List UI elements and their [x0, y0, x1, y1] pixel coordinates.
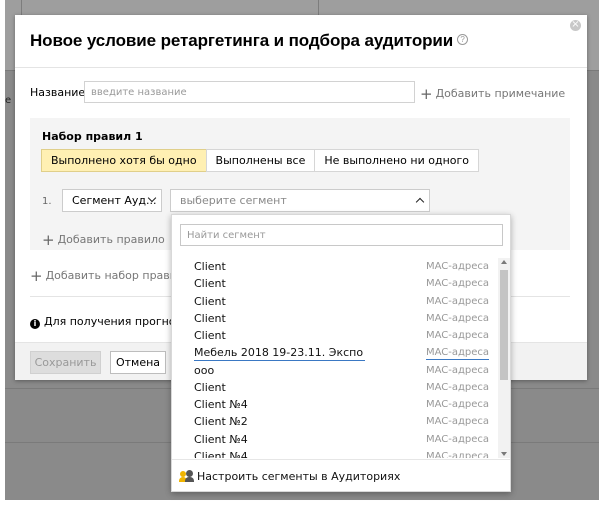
segment-option-name: Client №4 — [194, 398, 248, 411]
name-label: Название — [30, 86, 86, 99]
condition-switch: Выполнено хотя бы одно Выполнены все Не … — [41, 149, 480, 172]
condition-any-button[interactable]: Выполнено хотя бы одно — [41, 149, 207, 172]
name-input[interactable] — [84, 81, 415, 103]
segment-option-type: MAC-адреса — [426, 381, 490, 393]
rule-type-value: Сегмент Ауд... — [72, 194, 157, 207]
segment-option-name: Client №2 — [194, 415, 248, 429]
segment-option-type: MAC-адреса — [426, 312, 490, 324]
add-ruleset-link[interactable]: + Добавить набор правил — [30, 267, 184, 285]
chevron-up-icon — [415, 197, 425, 207]
segment-option[interactable]: Client MAC-адреса — [172, 327, 512, 344]
segment-option-type: MAC-адреса — [426, 416, 490, 428]
segment-option-type: MAC-адреса — [426, 450, 490, 458]
add-note-link[interactable]: + Добавить примечание — [420, 85, 565, 103]
rule-number: 1. — [42, 196, 52, 207]
dialog-title-text: Новое условие ретаргетинга и подбора ауд… — [30, 31, 454, 50]
segment-select[interactable]: выберите сегмент — [170, 189, 430, 212]
add-note-label: Добавить примечание — [435, 87, 566, 100]
configure-segments-label: Настроить сегменты в Аудиториях — [197, 470, 401, 483]
segment-option[interactable]: Client №2 MAC-адреса — [172, 413, 512, 430]
configure-segments-link[interactable]: Настроить сегменты в Аудиториях — [179, 470, 401, 483]
plus-icon: + — [30, 267, 43, 285]
segment-option[interactable]: Client MAC-адреса — [172, 293, 512, 310]
ruleset-title: Набор правил 1 — [42, 130, 143, 143]
scrollbar-thumb[interactable] — [500, 270, 508, 380]
dropdown-footer: Настроить сегменты в Аудиториях — [172, 459, 510, 491]
rule-type-select[interactable]: Сегмент Ауд... — [62, 189, 162, 212]
segment-option-name: Client №4 — [194, 432, 248, 446]
divider — [15, 67, 587, 68]
add-rule-link[interactable]: + Добавить правило — [42, 231, 165, 249]
segment-option[interactable]: Client MAC-адреса — [172, 258, 512, 275]
close-icon[interactable]: × — [570, 20, 581, 31]
segment-option-type: MAC-адреса — [426, 261, 490, 272]
segment-option-name: Client — [194, 277, 226, 291]
segment-option[interactable]: Мебель 2018 19-23.11. Экспо MAC-адреса — [172, 344, 512, 362]
segment-option-name: ооо — [194, 363, 215, 377]
condition-none-button[interactable]: Не выполнено ни одного — [314, 149, 480, 172]
condition-all-button[interactable]: Выполнены все — [205, 149, 316, 172]
segment-option-type: MAC-адреса — [426, 278, 490, 290]
segment-list: Client MAC-адреса Client MAC-адреса Client MA… — [172, 258, 512, 458]
segment-select-placeholder: выберите сегмент — [180, 194, 287, 207]
segment-option-name: Client — [194, 311, 226, 325]
audience-icon — [179, 470, 194, 482]
segment-dropdown: Client MAC-адреса Client MAC-адреса Client MA… — [171, 214, 511, 492]
segment-option-type: MAC-адреса — [426, 364, 490, 376]
add-rule-label: Добавить правило — [57, 233, 165, 246]
segment-option[interactable]: ооо MAC-адреса — [172, 362, 512, 379]
segment-option-name: Client №4 — [194, 449, 248, 458]
segment-option-name: Client — [194, 260, 226, 273]
segment-option[interactable]: Client MAC-адреса — [172, 379, 512, 396]
add-ruleset-label: Добавить набор правил — [45, 269, 184, 282]
scroll-down-icon[interactable] — [501, 452, 507, 456]
segment-option[interactable]: Client №4 MAC-адреса — [172, 448, 512, 458]
segment-option[interactable]: Client MAC-адреса — [172, 310, 512, 327]
segment-search-input[interactable] — [180, 224, 503, 246]
segment-option-type: MAC-адреса — [426, 399, 490, 410]
segment-option[interactable]: Client №4 MAC-адреса — [172, 431, 512, 448]
help-icon[interactable]: ? — [457, 34, 469, 45]
scrollbar[interactable] — [498, 258, 510, 458]
segment-option-name: Мебель 2018 19-23.11. Экспо — [194, 346, 366, 362]
segment-option-type: MAC-адреса — [426, 295, 490, 307]
plus-icon: + — [42, 231, 55, 249]
segment-option-name: Client — [194, 329, 226, 342]
background-text: е — [5, 95, 12, 106]
dialog-title: Новое условие ретаргетинга и подбора ауд… — [30, 31, 469, 51]
plus-icon: + — [420, 85, 433, 103]
segment-option-type: MAC-адреса — [426, 330, 490, 341]
scroll-up-icon[interactable] — [501, 260, 507, 264]
segment-option-type: MAC-адреса — [426, 433, 490, 445]
info-icon: i — [30, 319, 40, 329]
segment-option[interactable]: Client MAC-адреса — [172, 275, 512, 292]
segment-option[interactable]: Client №4 MAC-адреса — [172, 396, 512, 413]
segment-option-type: MAC-адреса — [426, 347, 490, 361]
cancel-button[interactable]: Отмена — [110, 351, 166, 374]
save-button[interactable]: Сохранить — [30, 351, 101, 374]
segment-option-name: Client — [194, 294, 226, 308]
segment-option-name: Client — [194, 380, 226, 394]
